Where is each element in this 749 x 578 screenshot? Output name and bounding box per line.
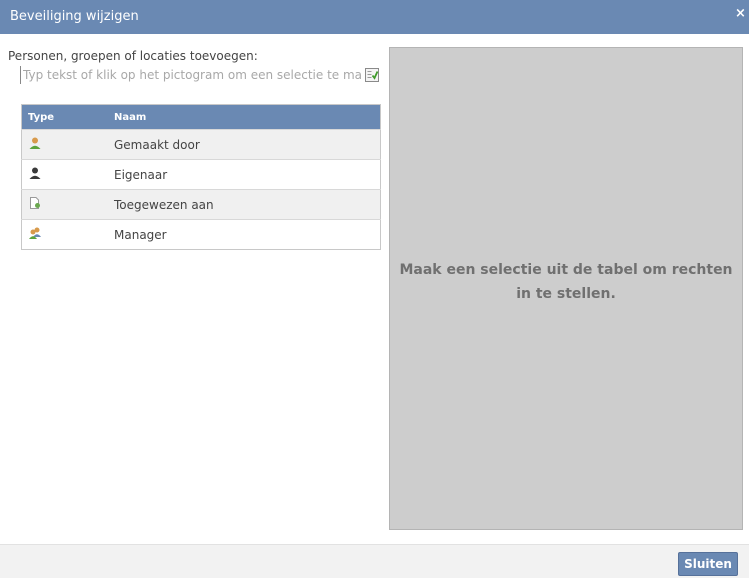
name-cell: Manager — [114, 227, 167, 242]
manager-users-icon — [28, 226, 42, 243]
table-row[interactable]: Toegewezen aan — [21, 189, 381, 220]
type-cell — [22, 160, 109, 190]
created-by-user-icon — [28, 136, 42, 153]
selection-hint-line-1: Maak een selectie uit de tabel om rechte… — [399, 262, 733, 278]
name-cell: Eigenaar — [114, 167, 168, 182]
selection-hint: Maak een selectie uit de tabel om rechte… — [390, 258, 742, 306]
permissions-table: Type Naam Gemaakt door Eigenaar Toegewez… — [21, 104, 381, 250]
permissions-detail-pane: Maak een selectie uit de tabel om rechte… — [389, 47, 743, 530]
table-row[interactable]: Gemaakt door — [21, 129, 381, 160]
type-cell — [22, 220, 109, 250]
name-cell: Gemaakt door — [114, 137, 200, 152]
left-pane: Personen, groepen of locaties toevoegen:… — [0, 34, 388, 544]
principal-search-input[interactable] — [20, 66, 363, 84]
table-row[interactable]: Manager — [21, 219, 381, 250]
change-security-dialog: Beveiliging wijzigen × Personen, groepen… — [0, 0, 749, 578]
dialog-content: Personen, groepen of locaties toevoegen:… — [0, 34, 749, 544]
assigned-document-icon — [28, 196, 42, 213]
name-cell: Toegewezen aan — [114, 197, 214, 212]
table-row[interactable]: Eigenaar — [21, 159, 381, 190]
close-button[interactable]: Sluiten — [678, 552, 738, 576]
column-header-name: Naam — [114, 111, 147, 123]
add-principals-label: Personen, groepen of locaties toevoegen: — [8, 49, 258, 63]
address-book-check-icon[interactable] — [365, 67, 379, 82]
column-header-type: Type — [28, 111, 55, 123]
table-header-row: Type Naam — [21, 104, 381, 130]
type-cell — [22, 130, 109, 160]
dialog-footer: Sluiten — [0, 544, 749, 578]
dialog-title: Beveiliging wijzigen — [10, 9, 139, 24]
close-icon[interactable]: × — [735, 6, 746, 21]
type-cell — [22, 190, 109, 220]
dialog-titlebar: Beveiliging wijzigen × — [0, 0, 749, 34]
owner-user-icon — [28, 166, 42, 183]
selection-hint-line-2: in te stellen. — [516, 286, 616, 302]
